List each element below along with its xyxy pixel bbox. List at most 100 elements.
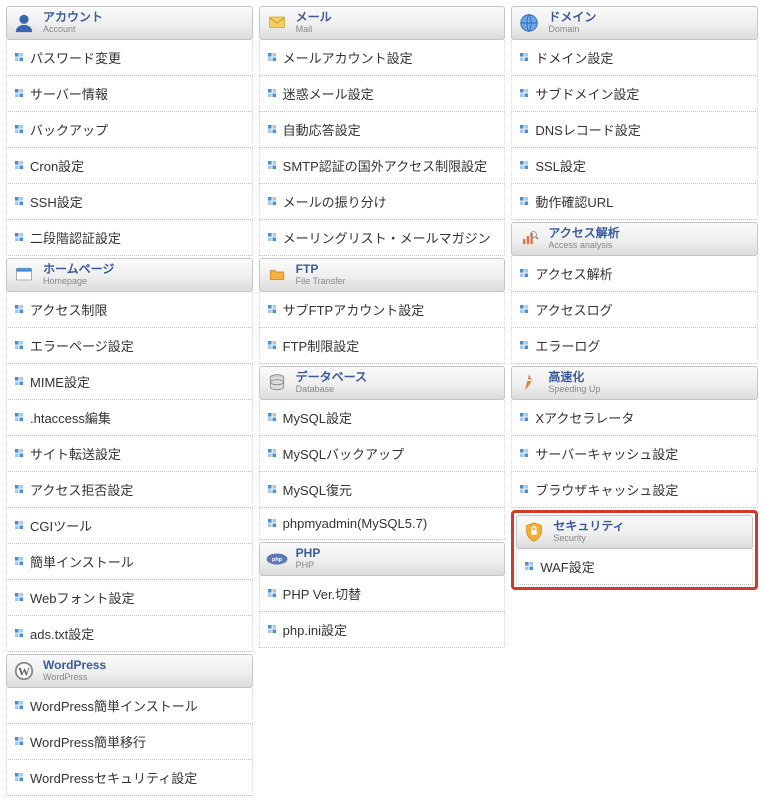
account-item[interactable]: SSH設定 (6, 184, 253, 220)
item-label: ブラウザキャッシュ設定 (535, 480, 678, 499)
security-item[interactable]: WAF設定 (516, 549, 753, 585)
item-label: サーバー情報 (30, 84, 108, 103)
bullet-icon (520, 197, 529, 206)
mail-item[interactable]: 迷惑メール設定 (259, 76, 506, 112)
item-label: SSH設定 (30, 192, 83, 211)
mail-item[interactable]: メーリングリスト・メールマガジン (259, 220, 506, 256)
item-label: php.ini設定 (283, 620, 347, 639)
mail-item[interactable]: 自動応答設定 (259, 112, 506, 148)
homepage-item[interactable]: CGIツール (6, 508, 253, 544)
database-item[interactable]: phpmyadmin(MySQL5.7) (259, 508, 506, 540)
bullet-icon (268, 589, 277, 598)
wordpress-item[interactable]: WordPress簡単インストール (6, 688, 253, 724)
homepage-item[interactable]: Webフォント設定 (6, 580, 253, 616)
item-label: パスワード変更 (30, 48, 121, 67)
bullet-icon (520, 485, 529, 494)
bullet-icon (268, 305, 277, 314)
bullet-icon (15, 413, 24, 422)
access-icon (518, 228, 540, 250)
homepage-item[interactable]: .htaccess編集 (6, 400, 253, 436)
php-item[interactable]: PHP Ver.切替 (259, 576, 506, 612)
database-title-jp: データベース (296, 371, 367, 384)
item-label: ドメイン設定 (535, 48, 613, 67)
homepage-item[interactable]: エラーページ設定 (6, 328, 253, 364)
speed-item[interactable]: ブラウザキャッシュ設定 (511, 472, 758, 508)
mail-item[interactable]: SMTP認証の国外アクセス制限設定 (259, 148, 506, 184)
domain-item[interactable]: SSL設定 (511, 148, 758, 184)
database-header: データベースDatabase (259, 366, 506, 400)
domain-header: ドメインDomain (511, 6, 758, 40)
bullet-icon (520, 449, 529, 458)
homepage-title-jp: ホームページ (43, 263, 114, 276)
homepage-title-en: Homepage (43, 277, 114, 287)
item-label: 二段階認証設定 (30, 228, 121, 247)
homepage-item[interactable]: サイト転送設定 (6, 436, 253, 472)
account-item[interactable]: 二段階認証設定 (6, 220, 253, 256)
bullet-icon (520, 89, 529, 98)
database-item[interactable]: MySQL設定 (259, 400, 506, 436)
ftp-item[interactable]: FTP制限設定 (259, 328, 506, 364)
account-item[interactable]: Cron設定 (6, 148, 253, 184)
bullet-icon (268, 625, 277, 634)
wordpress-title-jp: WordPress (43, 659, 106, 672)
item-label: MySQL設定 (283, 408, 352, 427)
bullet-icon (15, 521, 24, 530)
homepage-item[interactable]: 簡単インストール (6, 544, 253, 580)
wordpress-item[interactable]: WordPress簡単移行 (6, 724, 253, 760)
speed-item[interactable]: サーバーキャッシュ設定 (511, 436, 758, 472)
php-item[interactable]: php.ini設定 (259, 612, 506, 648)
ftp-icon (266, 264, 288, 286)
bullet-icon (15, 449, 24, 458)
speed-item[interactable]: Xアクセラレータ (511, 400, 758, 436)
bullet-icon (15, 197, 24, 206)
ftp-item[interactable]: サブFTPアカウント設定 (259, 292, 506, 328)
bullet-icon (520, 269, 529, 278)
mail-icon (266, 12, 288, 34)
ftp-header: FTPFile Transfer (259, 258, 506, 292)
access-item[interactable]: アクセス解析 (511, 256, 758, 292)
item-label: 動作確認URL (535, 192, 613, 211)
svg-text:php: php (272, 557, 283, 563)
item-label: バックアップ (30, 120, 108, 139)
domain-item[interactable]: サブドメイン設定 (511, 76, 758, 112)
database-icon (266, 372, 288, 394)
bullet-icon (15, 125, 24, 134)
access-item[interactable]: エラーログ (511, 328, 758, 364)
access-item[interactable]: アクセスログ (511, 292, 758, 328)
bullet-icon (15, 305, 24, 314)
bullet-icon (520, 125, 529, 134)
domain-title-en: Domain (548, 25, 596, 35)
database-item[interactable]: MySQL復元 (259, 472, 506, 508)
bullet-icon (520, 341, 529, 350)
account-item[interactable]: バックアップ (6, 112, 253, 148)
bullet-icon (268, 449, 277, 458)
person-icon (13, 12, 35, 34)
database-item[interactable]: MySQLバックアップ (259, 436, 506, 472)
php-title-en: PHP (296, 561, 321, 571)
account-item[interactable]: パスワード変更 (6, 40, 253, 76)
wordpress-item[interactable]: WordPressセキュリティ設定 (6, 760, 253, 796)
domain-item[interactable]: 動作確認URL (511, 184, 758, 220)
bullet-icon (15, 557, 24, 566)
bullet-icon (15, 161, 24, 170)
item-label: WordPress簡単インストール (30, 696, 198, 715)
domain-item[interactable]: DNSレコード設定 (511, 112, 758, 148)
homepage-item[interactable]: ads.txt設定 (6, 616, 253, 652)
section-homepage: ホームページHomepage アクセス制限エラーページ設定 MIME設定.htacc… (6, 258, 253, 652)
item-label: 自動応答設定 (283, 120, 361, 139)
account-title-en: Account (43, 25, 103, 35)
wordpress-title-en: WordPress (43, 673, 106, 683)
item-label: Webフォント設定 (30, 588, 135, 607)
domain-item[interactable]: ドメイン設定 (511, 40, 758, 76)
account-item[interactable]: サーバー情報 (6, 76, 253, 112)
mail-item[interactable]: メールの振り分け (259, 184, 506, 220)
mail-item[interactable]: メールアカウント設定 (259, 40, 506, 76)
homepage-item[interactable]: アクセス拒否設定 (6, 472, 253, 508)
item-label: phpmyadmin(MySQL5.7) (283, 516, 428, 531)
bullet-icon (15, 485, 24, 494)
bullet-icon (15, 53, 24, 62)
homepage-item[interactable]: アクセス制限 (6, 292, 253, 328)
homepage-item[interactable]: MIME設定 (6, 364, 253, 400)
item-label: エラーページ設定 (30, 336, 134, 355)
php-header: phpPHPPHP (259, 542, 506, 576)
